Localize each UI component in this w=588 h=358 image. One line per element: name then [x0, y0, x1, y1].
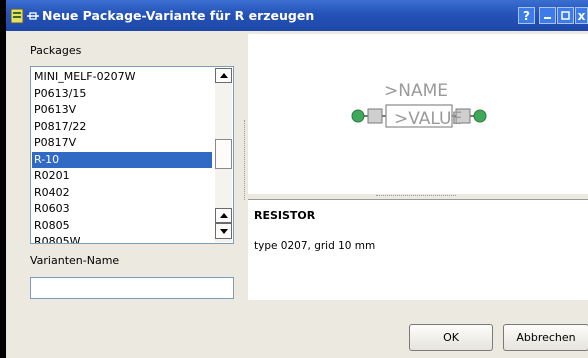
- package-list-item[interactable]: P0817/22: [32, 119, 212, 136]
- cancel-button[interactable]: Abbrechen: [503, 324, 588, 351]
- arrow-up-icon: [219, 213, 228, 218]
- help-button[interactable]: ?: [518, 7, 535, 24]
- package-list-item[interactable]: P0613V: [32, 102, 212, 119]
- packages-list[interactable]: MINI_MELF-0207W P0613/15 P0613V P0817/22 P08…: [30, 66, 234, 244]
- window-title: Neue Package-Variante für R erzeugen: [42, 8, 315, 23]
- name-placeholder: >NAME: [384, 81, 448, 101]
- variant-name-input[interactable]: [30, 277, 234, 299]
- minimize-button[interactable]: [539, 7, 556, 24]
- scroll-up-button[interactable]: [215, 68, 232, 83]
- dialog-window: Neue Package-Variante für R erzeugen ? x…: [0, 0, 588, 358]
- package-list-item[interactable]: MINI_MELF-0207W: [32, 69, 212, 86]
- package-list-item[interactable]: R-10: [32, 151, 212, 168]
- variant-icon: [27, 12, 39, 20]
- package-list-item[interactable]: P0817V: [32, 135, 212, 152]
- scroll-down-button[interactable]: [215, 223, 232, 239]
- package-list-item[interactable]: R0603: [32, 201, 212, 218]
- variant-name-label: Varianten-Name: [30, 254, 120, 267]
- minimize-icon: [544, 17, 551, 19]
- title-bar[interactable]: Neue Package-Variante für R erzeugen ? x: [6, 0, 588, 31]
- package-description: RESISTOR type 0207, grid 10 mm: [248, 199, 588, 300]
- packages-scrollbar[interactable]: [215, 68, 232, 242]
- value-placeholder: >VALUE: [394, 109, 462, 129]
- maximize-button[interactable]: [557, 7, 574, 24]
- app-icon: [10, 8, 24, 24]
- package-list-item[interactable]: R0805W: [32, 234, 212, 243]
- scroll-thumb[interactable]: [215, 139, 232, 169]
- scroll-up-button-lower[interactable]: [215, 208, 232, 223]
- maximize-icon: [561, 11, 570, 20]
- package-list-item[interactable]: R0402: [32, 185, 212, 202]
- close-button[interactable]: x: [575, 7, 588, 24]
- packages-label: Packages: [30, 44, 82, 57]
- description-heading: RESISTOR: [254, 209, 316, 222]
- arrow-up-icon: [219, 73, 228, 78]
- package-list-item[interactable]: P0613/15: [32, 86, 212, 103]
- arrow-down-icon: [219, 228, 228, 234]
- ok-button[interactable]: OK: [409, 324, 493, 351]
- package-preview: >NAME >VALUE: [248, 34, 588, 194]
- package-list-item[interactable]: R0201: [32, 168, 212, 185]
- description-text: type 0207, grid 10 mm: [254, 240, 376, 252]
- package-list-item[interactable]: R0805: [32, 218, 212, 235]
- resistor-symbol: >NAME >VALUE: [351, 81, 487, 129]
